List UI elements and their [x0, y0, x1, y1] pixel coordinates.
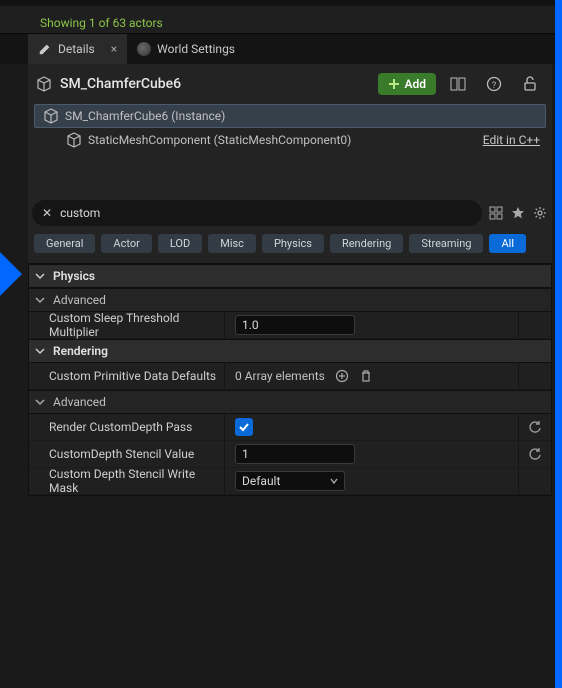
- stencil-mask-dropdown[interactable]: Default: [235, 471, 345, 491]
- section-physics-advanced[interactable]: Advanced: [29, 288, 551, 312]
- section-rendering[interactable]: Rendering: [29, 339, 551, 363]
- lock-open-icon: [523, 76, 537, 92]
- section-physics-advanced-title: Advanced: [53, 293, 106, 307]
- prop-row-stencil-write-mask: Custom Depth Stencil Write Mask Default: [29, 468, 551, 495]
- tab-details-label: Details: [58, 42, 95, 56]
- add-component-button[interactable]: Add: [378, 73, 436, 95]
- tab-details[interactable]: Details ×: [28, 34, 127, 64]
- tab-bar: Details × World Settings: [0, 34, 562, 64]
- grid-icon: [489, 206, 503, 220]
- component-outliner: SM_ChamferCube6 (Instance) StaticMeshCom…: [28, 104, 552, 200]
- outliner-status: Showing 1 of 63 actors: [0, 0, 562, 34]
- actor-cube-icon: [43, 108, 59, 124]
- property-grid: Physics Advanced Custom Sleep Threshold …: [28, 263, 552, 496]
- pencil-icon: [38, 42, 52, 56]
- grid-view-button[interactable]: [488, 205, 504, 221]
- sleep-threshold-input[interactable]: 1.0: [235, 315, 355, 335]
- lock-button[interactable]: [516, 72, 544, 96]
- prop-row-sleep-threshold: Custom Sleep Threshold Multiplier 1.0: [29, 312, 551, 339]
- browse-button[interactable]: [444, 72, 472, 96]
- prop-label: Custom Depth Stencil Write Mask: [29, 468, 225, 494]
- filter-all[interactable]: All: [489, 234, 526, 253]
- gear-icon: [533, 206, 547, 220]
- favorites-button[interactable]: [510, 205, 526, 221]
- prop-label: Render CustomDepth Pass: [29, 414, 225, 440]
- section-rendering-advanced-title: Advanced: [53, 395, 106, 409]
- prop-label: CustomDepth Stencil Value: [29, 441, 225, 467]
- outliner-component-row[interactable]: StaticMeshComponent (StaticMeshComponent…: [34, 128, 546, 152]
- actor-cube-icon: [36, 76, 52, 92]
- help-button[interactable]: ?: [480, 72, 508, 96]
- star-icon: [511, 206, 525, 220]
- close-icon[interactable]: ×: [111, 42, 117, 56]
- section-rendering-title: Rendering: [53, 344, 108, 358]
- section-physics-title: Physics: [53, 269, 95, 283]
- prop-row-render-customdepth: Render CustomDepth Pass: [29, 414, 551, 441]
- component-cube-icon: [66, 132, 82, 148]
- help-icon: ?: [486, 76, 502, 92]
- svg-text:?: ?: [492, 81, 496, 91]
- globe-icon: [137, 42, 151, 56]
- outliner-component-label: StaticMeshComponent (StaticMeshComponent…: [88, 133, 477, 147]
- add-element-icon[interactable]: [335, 369, 349, 383]
- browse-icon: [450, 77, 466, 91]
- clear-search-icon[interactable]: ✕: [42, 206, 52, 220]
- filter-chips: General Actor LOD Misc Physics Rendering…: [28, 226, 552, 253]
- filter-lod[interactable]: LOD: [158, 234, 202, 253]
- chevron-down-icon: [35, 271, 45, 281]
- plus-icon: [388, 78, 400, 90]
- reset-icon[interactable]: [528, 420, 542, 434]
- array-count-text: 0 Array elements: [235, 369, 325, 383]
- tab-world-settings[interactable]: World Settings: [127, 34, 245, 64]
- filter-actor[interactable]: Actor: [101, 234, 151, 253]
- filter-streaming[interactable]: Streaming: [409, 234, 483, 253]
- filter-physics[interactable]: Physics: [262, 234, 324, 253]
- details-header: SM_ChamferCube6 Add ?: [28, 64, 552, 104]
- property-search[interactable]: ✕: [32, 200, 482, 226]
- prop-label: Custom Sleep Threshold Multiplier: [29, 312, 225, 338]
- dropdown-value: Default: [242, 474, 280, 488]
- render-customdepth-checkbox[interactable]: [235, 418, 253, 436]
- section-rendering-advanced[interactable]: Advanced: [29, 390, 551, 414]
- prop-row-cpd: Custom Primitive Data Defaults 0 Array e…: [29, 363, 551, 390]
- chevron-down-icon: [330, 477, 338, 485]
- chevron-down-icon: [35, 346, 45, 356]
- settings-button[interactable]: [532, 205, 548, 221]
- section-physics[interactable]: Physics: [29, 264, 551, 288]
- edit-in-cpp-link[interactable]: Edit in C++: [483, 133, 540, 147]
- actor-name: SM_ChamferCube6: [60, 76, 370, 92]
- prop-row-customdepth-stencil: CustomDepth Stencil Value 1: [29, 441, 551, 468]
- outliner-actor-label: SM_ChamferCube6 (Instance): [65, 109, 539, 123]
- chevron-down-icon: [35, 295, 45, 305]
- trash-icon[interactable]: [359, 369, 373, 383]
- tab-world-settings-label: World Settings: [157, 42, 235, 56]
- filter-rendering[interactable]: Rendering: [330, 234, 403, 253]
- filter-general[interactable]: General: [34, 234, 95, 253]
- reset-icon[interactable]: [528, 447, 542, 461]
- prop-label: Custom Primitive Data Defaults: [29, 363, 225, 389]
- outliner-actor-row[interactable]: SM_ChamferCube6 (Instance): [34, 104, 546, 128]
- search-input[interactable]: [60, 206, 472, 220]
- check-icon: [238, 421, 250, 433]
- customdepth-stencil-input[interactable]: 1: [235, 444, 355, 464]
- chevron-down-icon: [35, 397, 45, 407]
- add-button-label: Add: [404, 77, 426, 91]
- filter-misc[interactable]: Misc: [208, 234, 256, 253]
